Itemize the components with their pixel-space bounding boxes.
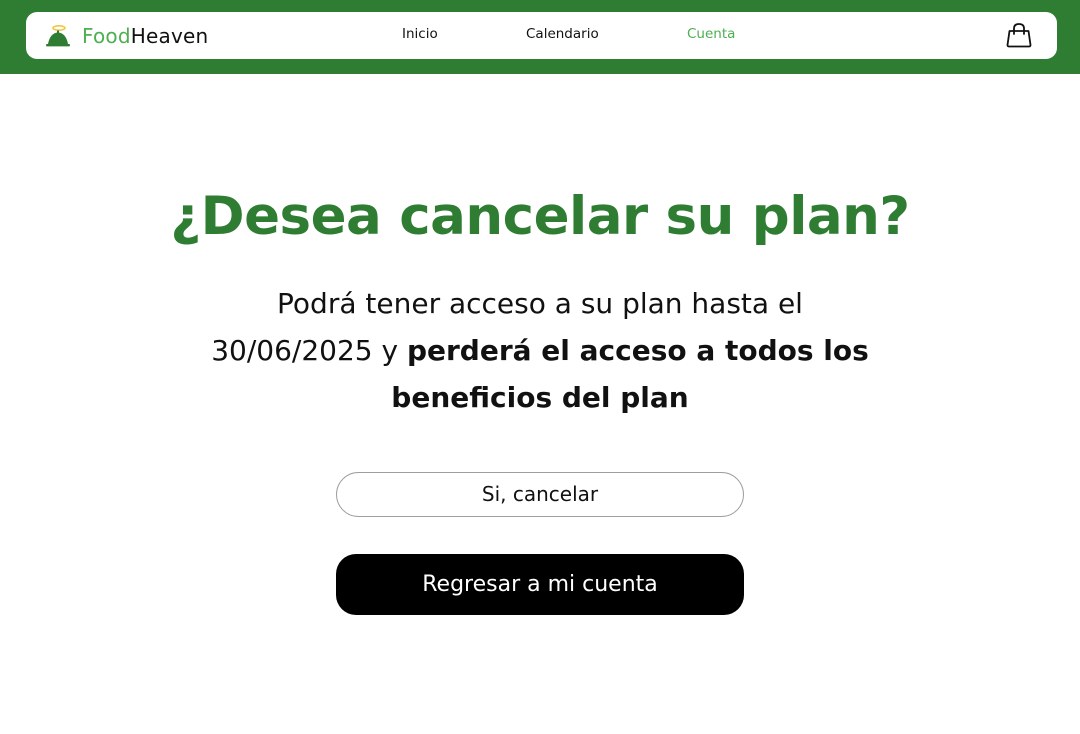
- back-to-account-button[interactable]: Regresar a mi cuenta: [336, 554, 744, 615]
- page-title: ¿Desea cancelar su plan?: [170, 186, 910, 247]
- shopping-bag-icon: [1006, 23, 1032, 48]
- nav-item-inicio[interactable]: Inicio: [402, 25, 438, 43]
- brand-logo[interactable]: FoodHeaven: [44, 22, 208, 50]
- brand-name: FoodHeaven: [82, 22, 208, 50]
- nav-item-calendario[interactable]: Calendario: [526, 25, 599, 43]
- message-line-1: Podrá tener acceso a su plan hasta el: [277, 287, 803, 320]
- message-warning: perderá el acceso a todos los beneficios…: [391, 334, 869, 414]
- cancellation-message: Podrá tener acceso a su plan hasta el 30/…: [180, 280, 900, 421]
- brand-name-heaven: Heaven: [130, 24, 209, 48]
- brand-name-food: Food: [82, 24, 131, 48]
- confirm-cancel-button[interactable]: Si, cancelar: [336, 472, 744, 517]
- navigation-bar: FoodHeaven Inicio Calendario Cuenta: [26, 12, 1057, 59]
- nav-item-cuenta[interactable]: Cuenta: [687, 25, 735, 43]
- cart-button[interactable]: [1005, 21, 1033, 49]
- message-date: 30/06/2025 y: [211, 334, 407, 367]
- cloche-halo-icon: [46, 24, 70, 47]
- top-bar: FoodHeaven Inicio Calendario Cuenta: [0, 0, 1080, 74]
